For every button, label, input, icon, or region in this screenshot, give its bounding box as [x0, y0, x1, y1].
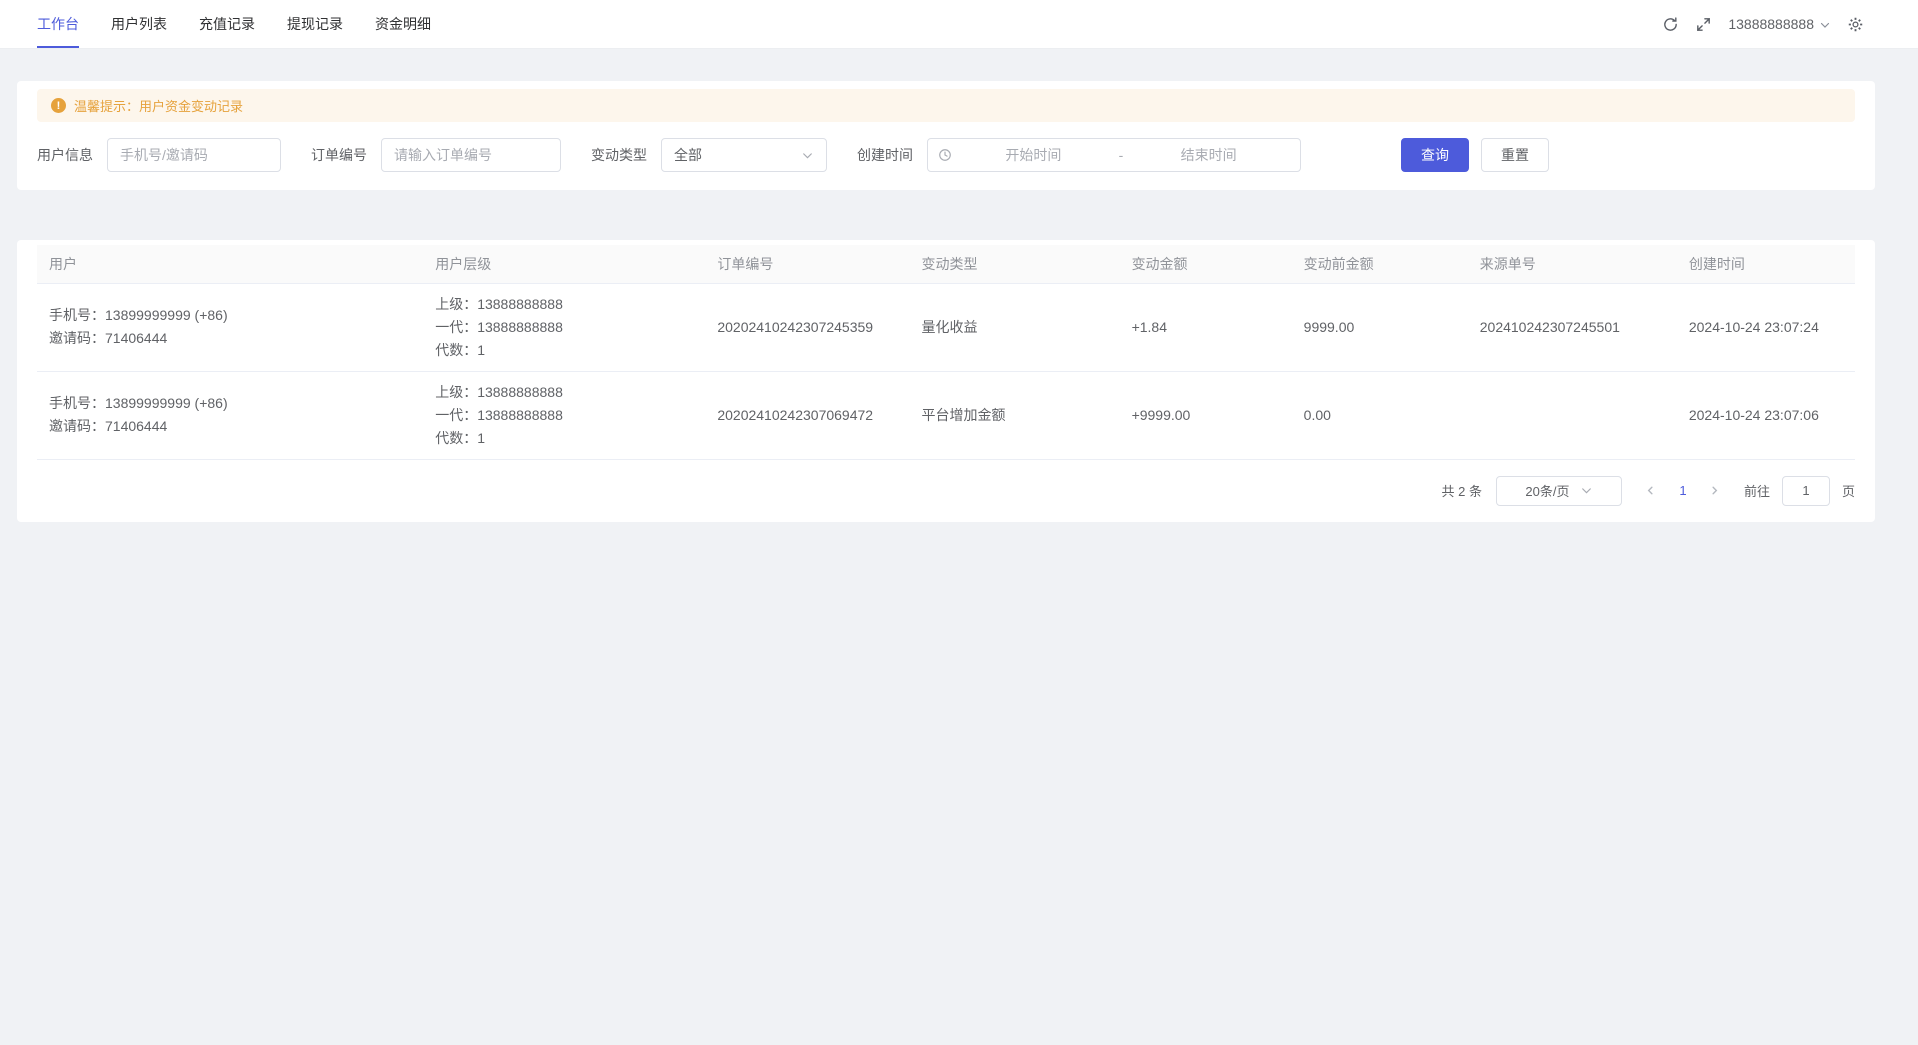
col-order-no: 订单编号 [705, 245, 909, 283]
table-row: 手机号：13899999999 (+86) 邀请码：71406444 上级：13… [37, 371, 1855, 459]
tab-label: 工作台 [37, 14, 79, 34]
chevron-left-icon[interactable] [1638, 477, 1664, 505]
col-source-no: 来源单号 [1468, 245, 1677, 283]
col-amount-before: 变动前金额 [1292, 245, 1468, 283]
col-user-tier: 用户层级 [423, 245, 705, 283]
tier-parent: 上级：13888888888 [435, 293, 693, 316]
tab-label: 提现记录 [287, 14, 343, 34]
goto-label: 前往 [1744, 481, 1770, 500]
start-time-placeholder: 开始时间 [952, 145, 1115, 165]
records-table: 用户 用户层级 订单编号 变动类型 变动金额 变动前金额 来源单号 创建时间 手… [37, 245, 1855, 460]
tab-user-list[interactable]: 用户列表 [111, 0, 167, 48]
goto-page-input[interactable] [1782, 476, 1830, 506]
tier-first-gen: 一代：13888888888 [435, 404, 693, 427]
page-number-current[interactable]: 1 [1670, 483, 1696, 498]
tab-workbench[interactable]: 工作台 [37, 0, 79, 48]
cell-user: 手机号：13899999999 (+86) 邀请码：71406444 [37, 283, 423, 371]
tab-recharge-records[interactable]: 充值记录 [199, 0, 255, 48]
create-time-label: 创建时间 [857, 145, 913, 165]
notice-banner: ! 温馨提示：用户资金变动记录 [37, 89, 1855, 122]
user-phone: 手机号：13899999999 (+86) [49, 392, 411, 415]
cell-change-amount: +1.84 [1120, 283, 1292, 371]
col-created-at: 创建时间 [1677, 245, 1855, 283]
tab-fund-details[interactable]: 资金明细 [375, 0, 431, 48]
cell-change-type: 平台增加金额 [909, 371, 1119, 459]
tab-label: 充值记录 [199, 14, 255, 34]
cell-user-tier: 上级：13888888888 一代：13888888888 代数：1 [423, 283, 705, 371]
cell-change-amount: +9999.00 [1120, 371, 1292, 459]
page-content: ! 温馨提示：用户资金变动记录 用户信息 订单编号 变动类型 全部 [0, 49, 1918, 522]
tab-withdraw-records[interactable]: 提现记录 [287, 0, 343, 48]
order-no-label: 订单编号 [311, 145, 367, 165]
records-table-card: 用户 用户层级 订单编号 变动类型 变动金额 变动前金额 来源单号 创建时间 手… [17, 240, 1875, 522]
tab-label: 资金明细 [375, 14, 431, 34]
user-info-label: 用户信息 [37, 145, 93, 165]
user-phone: 手机号：13899999999 (+86) [49, 304, 411, 327]
cell-amount-before: 9999.00 [1292, 283, 1468, 371]
tier-parent: 上级：13888888888 [435, 381, 693, 404]
cell-created-at: 2024-10-24 23:07:06 [1677, 371, 1855, 459]
user-info-input[interactable] [107, 138, 281, 172]
cell-order-no: 20202410242307069472 [705, 371, 909, 459]
order-no-input[interactable] [381, 138, 561, 172]
reset-button[interactable]: 重置 [1481, 138, 1549, 172]
filter-row: 用户信息 订单编号 变动类型 全部 创建时间 [37, 138, 1855, 172]
warning-icon: ! [51, 98, 66, 113]
tier-gen-count: 代数：1 [435, 339, 693, 362]
account-phone: 13888888888 [1728, 16, 1814, 32]
chevron-down-icon [1580, 484, 1593, 497]
filter-card: ! 温馨提示：用户资金变动记录 用户信息 订单编号 变动类型 全部 [17, 81, 1875, 190]
chevron-down-icon [801, 149, 814, 162]
create-time-range-picker[interactable]: 开始时间 - 结束时间 [927, 138, 1301, 172]
cell-user: 手机号：13899999999 (+86) 邀请码：71406444 [37, 371, 423, 459]
cell-order-no: 20202410242307245359 [705, 283, 909, 371]
col-change-type: 变动类型 [909, 245, 1119, 283]
filter-user-info: 用户信息 [37, 138, 281, 172]
cell-created-at: 2024-10-24 23:07:24 [1677, 283, 1855, 371]
header-actions: 13888888888 [1662, 0, 1918, 48]
filter-order-no: 订单编号 [311, 138, 561, 172]
filter-change-type: 变动类型 全部 [591, 138, 827, 172]
col-user: 用户 [37, 245, 423, 283]
search-button[interactable]: 查询 [1401, 138, 1469, 172]
clock-icon [938, 148, 952, 162]
tab-bar: 工作台 用户列表 充值记录 提现记录 资金明细 [0, 0, 463, 48]
range-separator: - [1115, 147, 1128, 163]
change-type-select[interactable]: 全部 [661, 138, 827, 172]
cell-amount-before: 0.00 [1292, 371, 1468, 459]
cell-source-no [1468, 371, 1677, 459]
cell-change-type: 量化收益 [909, 283, 1119, 371]
filter-buttons: 查询 重置 [1401, 138, 1549, 172]
fullscreen-icon[interactable] [1695, 16, 1712, 33]
tab-label: 用户列表 [111, 14, 167, 34]
pagination: 共 2 条 20条/页 1 前往 页 [37, 476, 1855, 506]
pagination-total: 共 2 条 [1442, 481, 1482, 500]
end-time-placeholder: 结束时间 [1127, 145, 1290, 165]
top-header: 工作台 用户列表 充值记录 提现记录 资金明细 13888888888 [0, 0, 1918, 49]
gear-icon[interactable] [1847, 16, 1864, 33]
refresh-icon[interactable] [1662, 16, 1679, 33]
tier-gen-count: 代数：1 [435, 427, 693, 450]
page-size-value: 20条/页 [1525, 481, 1569, 500]
user-invite-code: 邀请码：71406444 [49, 327, 411, 350]
col-change-amount: 变动金额 [1120, 245, 1292, 283]
page-size-select[interactable]: 20条/页 [1496, 476, 1622, 506]
chevron-down-icon [1819, 18, 1831, 30]
change-type-label: 变动类型 [591, 145, 647, 165]
cell-source-no: 202410242307245501 [1468, 283, 1677, 371]
filter-create-time: 创建时间 开始时间 - 结束时间 [857, 138, 1301, 172]
change-type-value: 全部 [674, 145, 702, 165]
cell-user-tier: 上级：13888888888 一代：13888888888 代数：1 [423, 371, 705, 459]
goto-suffix: 页 [1842, 481, 1855, 500]
table-row: 手机号：13899999999 (+86) 邀请码：71406444 上级：13… [37, 283, 1855, 371]
user-invite-code: 邀请码：71406444 [49, 415, 411, 438]
account-dropdown[interactable]: 13888888888 [1728, 16, 1831, 32]
chevron-right-icon[interactable] [1702, 477, 1728, 505]
tier-first-gen: 一代：13888888888 [435, 316, 693, 339]
notice-text: 温馨提示：用户资金变动记录 [74, 96, 243, 115]
table-header-row: 用户 用户层级 订单编号 变动类型 变动金额 变动前金额 来源单号 创建时间 [37, 245, 1855, 283]
